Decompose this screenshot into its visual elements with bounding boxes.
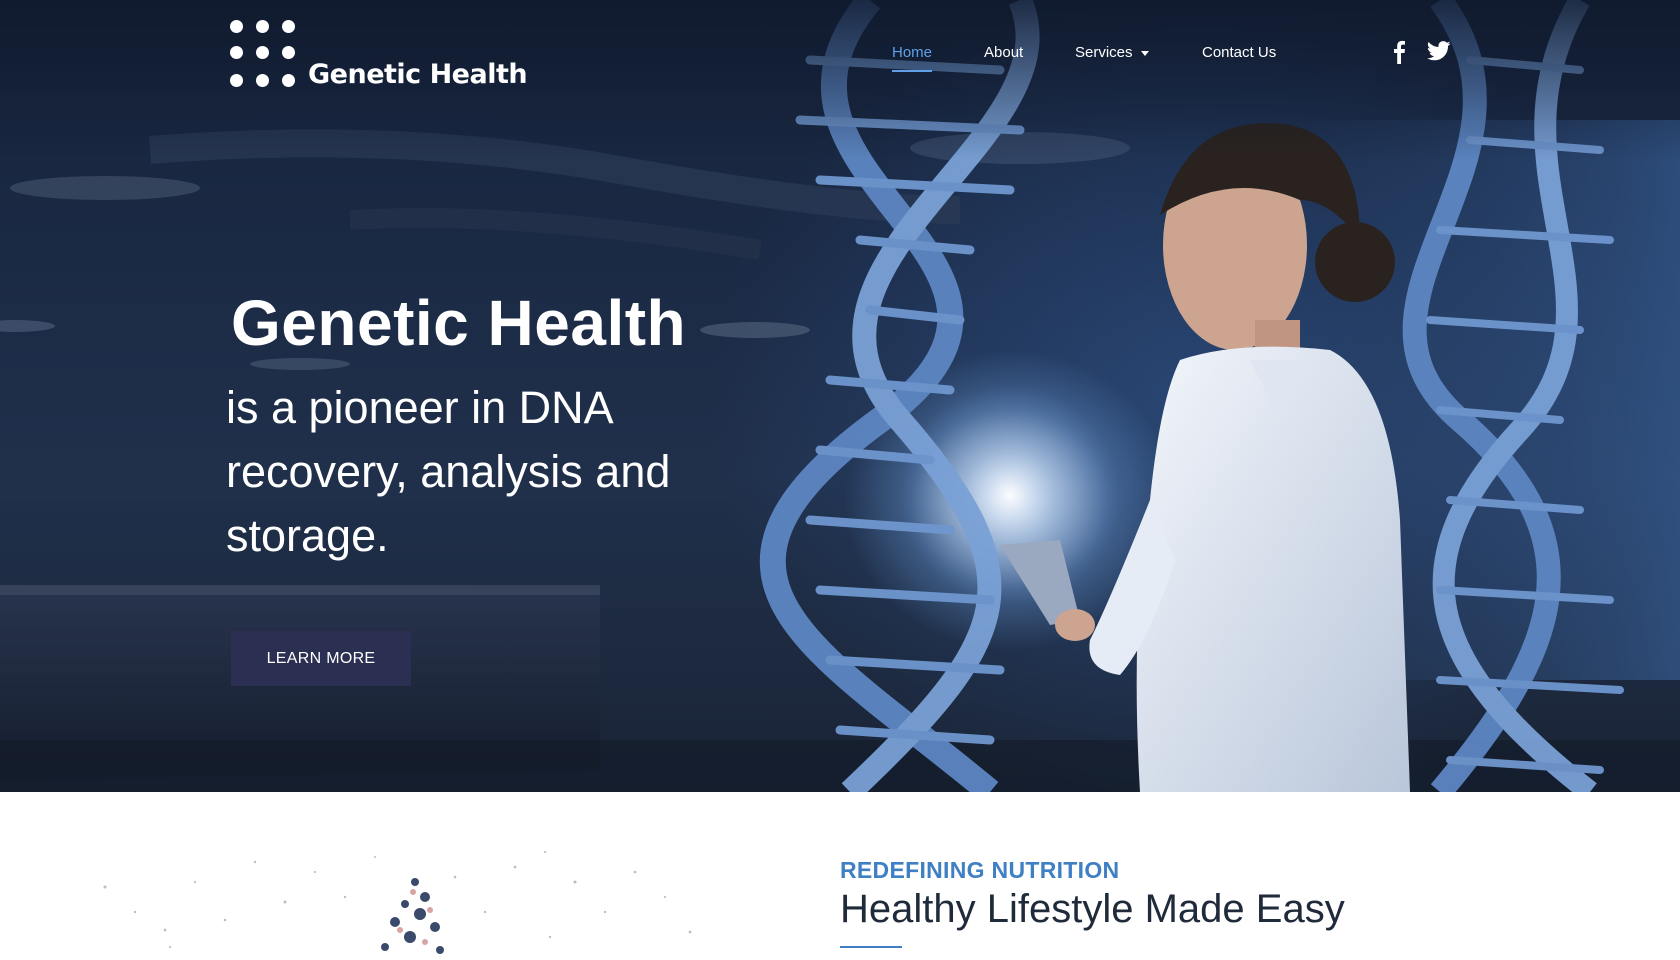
hero-section: Genetic Health Home About Services Conta…	[0, 0, 1680, 792]
section-eyebrow: REDEFINING NUTRITION	[840, 857, 1120, 883]
title-divider	[840, 946, 902, 948]
section-title: Healthy Lifestyle Made Easy	[840, 887, 1345, 931]
twitter-icon[interactable]	[1426, 40, 1451, 67]
nav-item-label: Home	[892, 44, 933, 61]
brand-name: Genetic Health	[308, 59, 528, 90]
hero-subtitle: is a pioneer in DNA recovery, analysis a…	[226, 382, 671, 561]
learn-more-button[interactable]: LEARN MORE	[231, 631, 411, 686]
nav-item-label: Contact Us	[1202, 44, 1277, 61]
nav-item-label: Services	[1075, 44, 1133, 61]
dna-particle-illustration	[103, 850, 692, 954]
nav-item-home[interactable]: Home	[892, 44, 933, 72]
nav-item-contact[interactable]: Contact Us	[1202, 44, 1276, 61]
logo-dots-icon	[229, 19, 301, 91]
nav-item-label: About	[984, 44, 1024, 61]
nav-active-underline	[892, 70, 933, 72]
facebook-icon[interactable]	[1392, 40, 1406, 69]
hero-title: Genetic Health	[231, 287, 687, 359]
nav-item-services[interactable]: Services	[1075, 44, 1149, 61]
nav-item-about[interactable]: About	[984, 44, 1023, 61]
chevron-down-icon	[1140, 50, 1149, 56]
